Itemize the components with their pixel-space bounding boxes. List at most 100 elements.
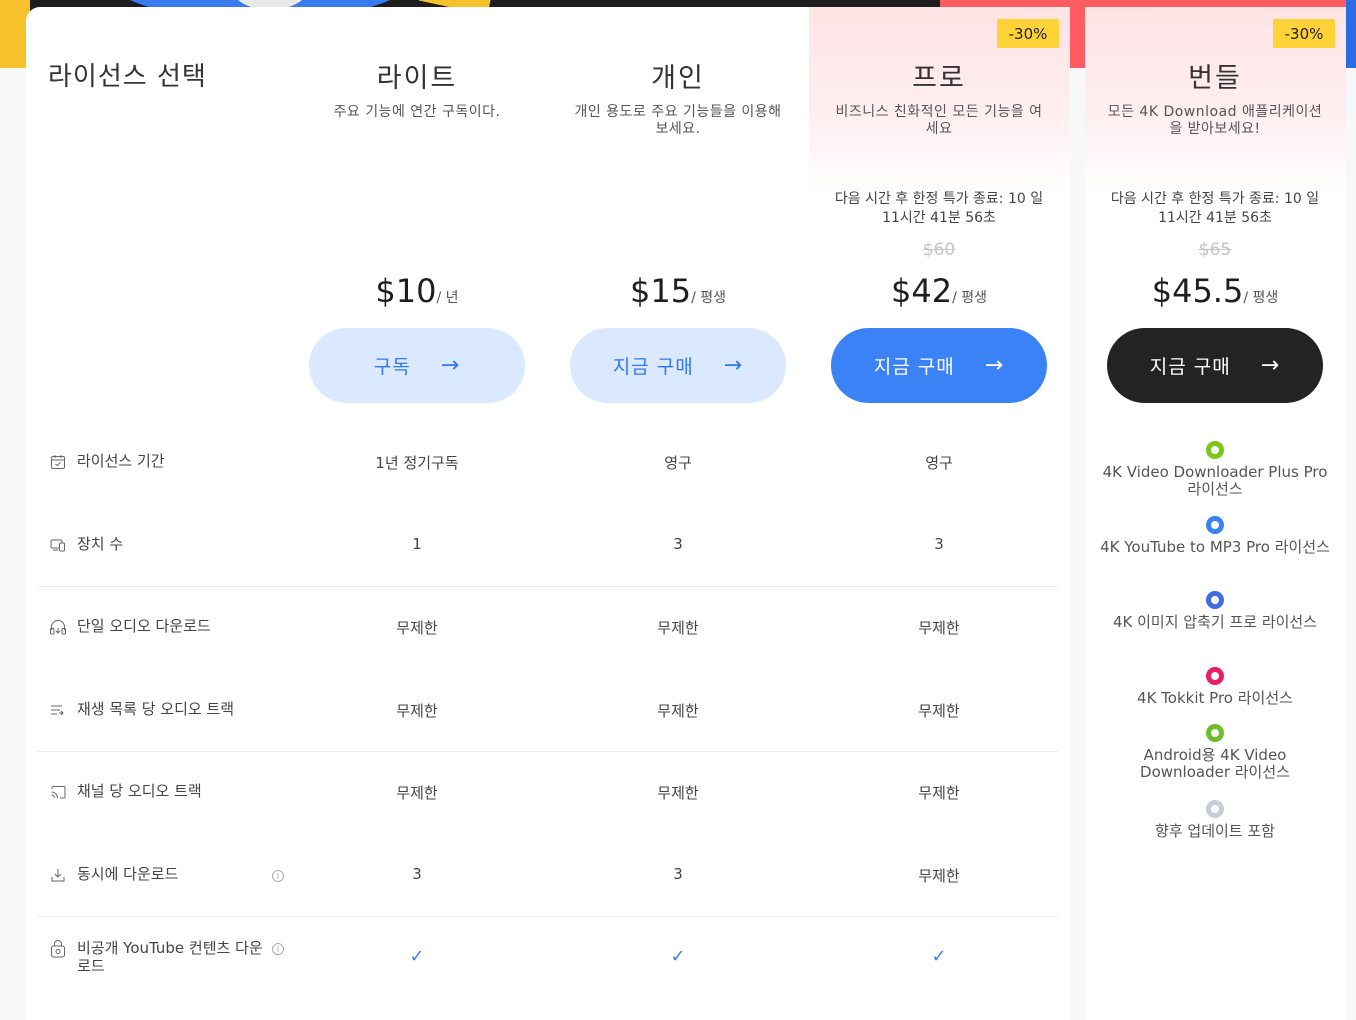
calendar-icon: [48, 452, 68, 472]
feature-value: 3: [673, 865, 683, 883]
old-price: $60: [922, 240, 956, 260]
feature-value: 영구: [664, 454, 692, 472]
price-amount: $42: [890, 272, 953, 310]
bundle-item-label: 향후 업데이트 포함: [1155, 822, 1275, 840]
divider: [37, 916, 1058, 917]
feature-value: 영구: [925, 454, 953, 472]
feature-private-youtube: 비공개 YouTube 컨텐츠 다운로드: [48, 939, 267, 975]
old-price: $65: [1198, 240, 1232, 260]
check-icon: ✓: [670, 946, 686, 967]
youtube-mp3-icon: [1206, 516, 1224, 534]
image-compressor-icon: [1206, 591, 1224, 609]
bundle-item: 4K Video Downloader Plus Pro 라이선스: [1100, 441, 1330, 498]
android-downloader-icon: [1206, 724, 1224, 742]
price-personal: $15/ 평생: [558, 272, 798, 310]
arrow-right-icon: →: [440, 353, 461, 378]
feature-value: 무제한: [657, 702, 699, 720]
download-icon: [48, 865, 68, 885]
page-title: 라이선스 선택: [48, 62, 207, 92]
plan-name-personal: 개인: [651, 63, 705, 94]
check-icon: ✓: [409, 946, 425, 967]
bundle-item: 4K 이미지 압축기 프로 라이선스: [1100, 591, 1330, 631]
plan-desc-lite: 주요 기능에 연간 구독이다.: [333, 104, 501, 120]
feature-label: 재생 목록 당 오디오 트랙: [77, 700, 235, 718]
price-pro: $42/ 평생: [819, 272, 1059, 310]
check-icon: ✓: [931, 946, 947, 967]
bundle-item-label: 4K 이미지 압축기 프로 라이선스: [1112, 613, 1318, 631]
feature-label: 장치 수: [77, 535, 124, 553]
bundle-item-label: 4K YouTube to MP3 Pro 라이선스: [1100, 538, 1330, 556]
bundle-item-label: 4K Video Downloader Plus Pro 라이선스: [1102, 463, 1328, 498]
price-period: / 년: [436, 290, 459, 306]
bundle-item: 향후 업데이트 포함: [1100, 800, 1330, 840]
feature-value: 1년 정기구독: [375, 454, 459, 472]
bundle-item: 4K YouTube to MP3 Pro 라이선스: [1100, 516, 1330, 556]
info-icon[interactable]: i: [272, 870, 284, 882]
price-bundle: $45.5/ 평생: [1095, 272, 1335, 310]
plan-desc-personal: 개인 용도로 주요 기능들을 이용해 보세요.: [574, 104, 782, 137]
feature-label: 비공개 YouTube 컨텐츠 다운로드: [77, 939, 263, 975]
buy-bundle-button[interactable]: 지금 구매 →: [1107, 328, 1323, 403]
plan-desc-pro: 비즈니스 친화적인 모든 기능을 여세요: [835, 104, 1043, 137]
feature-value: 무제한: [657, 619, 699, 637]
bundle-item: 4K Tokkit Pro 라이선스: [1100, 667, 1330, 707]
feature-playlist-audio: 재생 목록 당 오디오 트랙: [48, 700, 267, 720]
button-label: 지금 구매: [612, 356, 694, 378]
price-amount: $45.5: [1151, 272, 1244, 310]
arrow-right-icon: →: [723, 353, 744, 378]
feature-value: 1: [412, 535, 422, 553]
info-icon[interactable]: i: [272, 943, 284, 955]
feature-single-audio: 단일 오디오 다운로드: [48, 617, 267, 637]
discount-badge: -30%: [1273, 19, 1335, 48]
feature-value: 무제한: [918, 784, 960, 802]
feature-value: 무제한: [396, 702, 438, 720]
feature-value: 3: [934, 535, 944, 553]
cast-icon: [48, 782, 68, 802]
feature-value: 무제한: [657, 784, 699, 802]
tokkit-icon: [1206, 667, 1224, 685]
bundle-item-label: Android용 4K Video Downloader 라이선스: [1140, 746, 1290, 781]
devices-icon: [48, 535, 68, 555]
price-period: / 평생: [1243, 290, 1279, 306]
feature-concurrent-downloads: 동시에 다운로드: [48, 865, 267, 885]
feature-value: 무제한: [918, 867, 960, 885]
headphones-icon: [48, 617, 68, 637]
feature-value: 무제한: [918, 702, 960, 720]
feature-value: 3: [412, 865, 422, 883]
feature-value: 무제한: [918, 619, 960, 637]
plan-name-bundle: 번들: [1188, 63, 1242, 94]
plan-desc-bundle: 모든 4K Download 애플리케이션을 받아보세요!: [1107, 104, 1323, 137]
buy-personal-button[interactable]: 지금 구매 →: [570, 328, 786, 403]
price-period: / 평생: [952, 290, 987, 306]
feature-license-period: 라이선스 기간: [48, 452, 267, 472]
playlist-icon: [48, 700, 68, 720]
price-lite: $10/ 년: [297, 272, 537, 310]
feature-value: 무제한: [396, 784, 438, 802]
price-period: / 평생: [691, 290, 726, 306]
price-amount: $10: [375, 272, 437, 310]
button-label: 지금 구매: [873, 356, 955, 378]
price-amount: $15: [629, 272, 692, 310]
arrow-right-icon: →: [1260, 353, 1281, 378]
button-label: 지금 구매: [1149, 356, 1231, 378]
feature-label: 동시에 다운로드: [77, 865, 179, 883]
feature-channel-audio: 채널 당 오디오 트랙: [48, 782, 267, 802]
updates-icon: [1206, 800, 1224, 818]
feature-device-count: 장치 수: [48, 535, 267, 555]
subscribe-lite-button[interactable]: 구독 →: [309, 328, 525, 403]
feature-label: 라이선스 기간: [77, 452, 165, 470]
button-label: 구독: [373, 356, 411, 378]
offer-timer: 다음 시간 후 한정 특가 종료: 10 일 11시간 41분 56초: [1110, 191, 1320, 226]
feature-label: 단일 오디오 다운로드: [77, 617, 211, 635]
plan-name-lite: 라이트: [376, 63, 458, 94]
bundle-item: Android용 4K Video Downloader 라이선스: [1100, 724, 1330, 781]
feature-value: 무제한: [396, 619, 438, 637]
bundle-item-label: 4K Tokkit Pro 라이선스: [1137, 689, 1293, 707]
discount-badge: -30%: [997, 19, 1059, 48]
buy-pro-button[interactable]: 지금 구매 →: [831, 328, 1047, 403]
divider: [37, 586, 1058, 587]
feature-label: 채널 당 오디오 트랙: [77, 782, 202, 800]
plan-name-pro: 프로: [912, 63, 966, 94]
arrow-right-icon: →: [984, 353, 1005, 378]
offer-timer: 다음 시간 후 한정 특가 종료: 10 일 11시간 41분 56초: [834, 191, 1044, 226]
